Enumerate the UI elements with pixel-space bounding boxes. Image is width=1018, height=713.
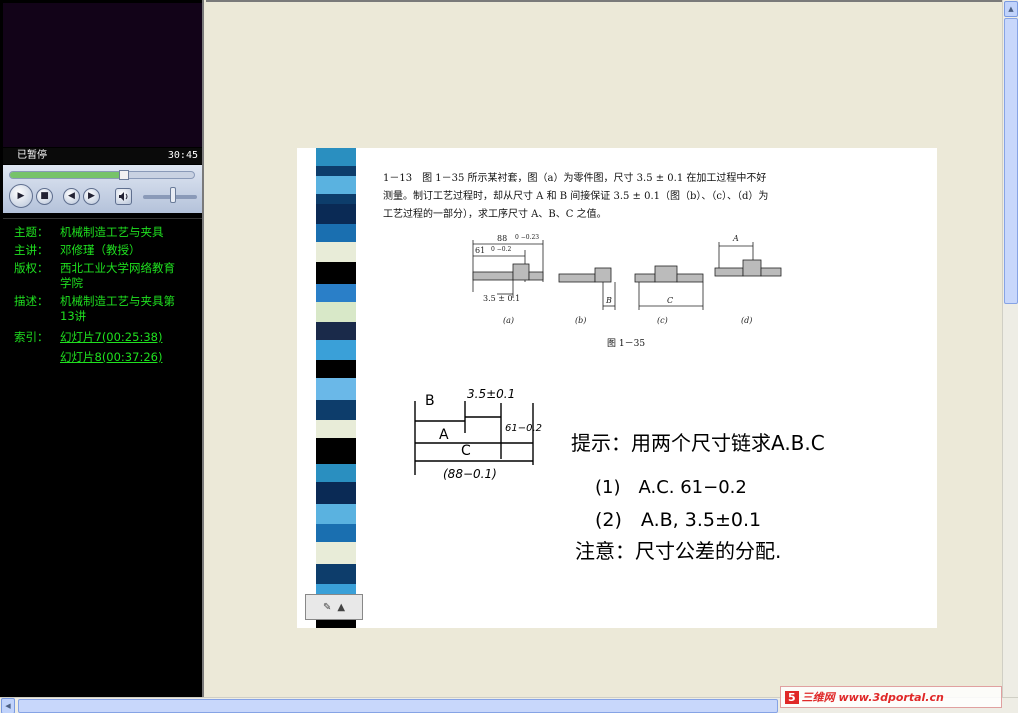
pen-icon: ✎ [322, 601, 332, 613]
skip-forward-icon: ▶ [88, 191, 95, 201]
fig-label-b: (b) [575, 316, 587, 325]
problem-line-2: 测量。制订工艺过程时，却从尺寸 A 和 B 间接保证 3.5 ± 0.1（图（b… [383, 191, 769, 202]
fig-tol-88: 0 −0.23 [515, 234, 540, 241]
fig-dim-61: 61 [475, 246, 486, 255]
slide-nav-control[interactable]: ✎ ▲ [305, 594, 363, 620]
seek-progress-fill [10, 172, 125, 178]
hand-letter-a: A [439, 427, 449, 443]
video-area[interactable] [3, 3, 202, 147]
part-figures: 88 0 −0.23 61 0 −0.2 3.5 ± 0.1 B C A (a)… [463, 232, 793, 332]
info-topic: 主题： 机械制造工艺与夹具 [14, 225, 202, 240]
next-button[interactable]: ▶ [83, 188, 100, 205]
scroll-left-button[interactable]: ◀ [1, 698, 15, 713]
fig-letter-a: A [733, 234, 739, 243]
screen: 已暂停 30:45 ▶ ■ ◀ ▶ 主题： 机械制造工艺与夹具 主讲： 邓修瑾（… [0, 0, 1018, 713]
fig-letter-c: C [667, 296, 674, 305]
hand-step-2: (2) A.B, 3.5±0.1 [595, 509, 762, 531]
vertical-scroll-thumb[interactable] [1004, 18, 1018, 304]
hand-dim-61: 61−0.2 [505, 423, 543, 434]
lecturer-value: 邓修瑾（教授） [60, 243, 141, 257]
description-value: 机械制造工艺与夹具第13讲 [60, 294, 175, 323]
mute-button[interactable] [115, 188, 132, 205]
watermark-badge: 5 [785, 690, 799, 704]
speaker-icon [119, 192, 128, 201]
decorative-stripe [316, 148, 356, 628]
arrow-left-icon: ◀ [5, 702, 11, 710]
index-link-slide-8[interactable]: 幻灯片8(00:37:26) [60, 350, 185, 365]
index-list: 幻灯片7(00:25:38) 幻灯片8(00:37:26) [60, 330, 185, 365]
seek-bar[interactable] [9, 170, 195, 180]
fig-label-c: (c) [657, 316, 668, 325]
skip-back-icon: ◀ [68, 191, 75, 201]
copyright-value: 西北工业大学网络教育学院 [60, 261, 175, 290]
copyright-label: 版权： [14, 261, 49, 275]
fig-tol-61: 0 −0.2 [491, 246, 512, 253]
fig-label-a: (a) [503, 316, 515, 325]
topic-value: 机械制造工艺与夹具 [60, 225, 164, 239]
caret-up-icon: ▲ [337, 601, 346, 613]
play-icon: ▶ [17, 190, 25, 201]
fig-label-d: (d) [741, 316, 753, 325]
fig-dim-3-5: 3.5 ± 0.1 [483, 294, 521, 303]
hand-dim-88: (88−0.1) [443, 467, 497, 481]
hand-step-1: (1) A.C. 61−0.2 [595, 477, 747, 498]
stop-icon: ■ [40, 191, 49, 201]
watermark-text: 三维网 www.3dportal.cn [801, 691, 944, 704]
site-watermark: 5 三维网 www.3dportal.cn [780, 686, 1002, 708]
playback-time: 30:45 [167, 150, 198, 161]
slide: 1－13 图 1－35 所示某衬套，图（a）为零件图，尺寸 3.5 ± 0.1 … [297, 148, 937, 628]
player-status-bar: 已暂停 30:45 [3, 148, 202, 164]
handwritten-notes: B 3.5±0.1 A 61−0.2 C (88−0.1) 提示：用两个尺寸链求… [409, 383, 909, 583]
topic-label: 主题： [14, 225, 49, 239]
scroll-up-button[interactable]: ▲ [1004, 1, 1018, 17]
slide-viewer: 1－13 图 1－35 所示某衬套，图（a）为零件图，尺寸 3.5 ± 0.1 … [206, 0, 1002, 697]
seek-thumb[interactable] [119, 170, 130, 180]
index-link-slide-7[interactable]: 幻灯片7(00:25:38) [60, 330, 185, 345]
fig-dim-88: 88 [497, 234, 508, 243]
stop-button[interactable]: ■ [36, 188, 53, 205]
hand-note: 注意：尺寸公差的分配. [575, 539, 782, 563]
lecturer-label: 主讲： [14, 243, 49, 257]
figure-caption: 图 1－35 [607, 339, 646, 349]
info-description: 描述： 机械制造工艺与夹具第13讲 [14, 294, 202, 324]
media-player-panel: 已暂停 30:45 ▶ ■ ◀ ▶ 主题： 机械制造工艺与夹具 主讲： 邓修瑾（… [0, 0, 204, 697]
hand-dim-3-5: 3.5±0.1 [467, 387, 516, 401]
player-controls: ▶ ■ ◀ ▶ [3, 165, 202, 213]
info-index: 索引： 幻灯片7(00:25:38) 幻灯片8(00:37:26) [14, 330, 202, 365]
index-label: 索引： [14, 330, 49, 344]
problem-statement: 1－13 图 1－35 所示某衬套，图（a）为零件图，尺寸 3.5 ± 0.1 … [383, 170, 873, 224]
previous-button[interactable]: ◀ [63, 188, 80, 205]
hand-letter-c: C [461, 443, 471, 459]
vertical-scrollbar[interactable]: ▲ [1002, 0, 1018, 697]
horizontal-scroll-thumb[interactable] [18, 699, 778, 713]
fig-letter-b: B [606, 296, 612, 305]
description-label: 描述： [14, 294, 49, 308]
problem-line-1: 1－13 图 1－35 所示某衬套，图（a）为零件图，尺寸 3.5 ± 0.1 … [383, 173, 767, 184]
arrow-up-icon: ▲ [1008, 5, 1014, 13]
volume-thumb[interactable] [169, 187, 176, 203]
playback-status: 已暂停 [17, 150, 47, 161]
play-button[interactable]: ▶ [9, 184, 33, 208]
problem-line-3: 工艺过程的一部分），求工序尺寸 A、B、C 之值。 [383, 209, 607, 220]
hand-letter-b: B [425, 393, 435, 409]
info-lecturer: 主讲： 邓修瑾（教授） [14, 243, 202, 258]
lecture-info: 主题： 机械制造工艺与夹具 主讲： 邓修瑾（教授） 版权： 西北工业大学网络教育… [3, 218, 202, 696]
hand-hint: 提示：用两个尺寸链求A.B.C [571, 431, 825, 455]
info-copyright: 版权： 西北工业大学网络教育学院 [14, 261, 202, 291]
